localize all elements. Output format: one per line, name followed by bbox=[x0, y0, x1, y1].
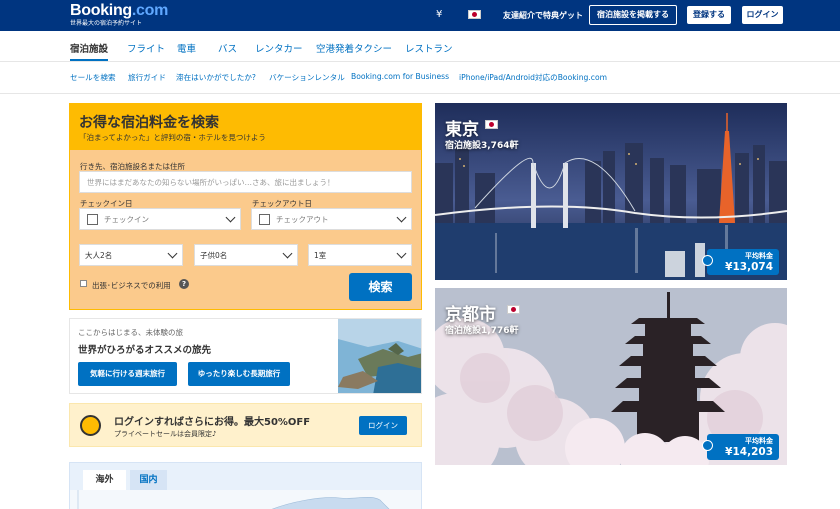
subnav-vacation-rental[interactable]: バケーションレンタル bbox=[269, 72, 345, 83]
sub-nav: セールを検索 旅行ガイド 滞在はいかがでしたか? バケーションレンタル Book… bbox=[0, 62, 840, 94]
city-name: 京都市 bbox=[445, 305, 496, 325]
checkout-field[interactable]: チェックアウト bbox=[251, 208, 412, 230]
calendar-icon bbox=[87, 213, 98, 225]
recommendation-promo: ここからはじまる、未体験の旅 世界がひろがるオススメの旅先 気軽に行ける週末旅行… bbox=[69, 318, 422, 394]
main-nav: 宿泊施設 フライト 電車 バス レンタカー 空港発着タクシー レストラン bbox=[0, 31, 840, 62]
property-count: 宿泊施設1,776軒 bbox=[445, 326, 519, 336]
banner-login-button[interactable]: ログイン bbox=[359, 416, 407, 435]
rooms-select[interactable]: 1室 bbox=[308, 244, 412, 266]
chevron-down-icon bbox=[396, 248, 407, 259]
search-button[interactable]: 検索 bbox=[349, 273, 412, 301]
list-property-button[interactable]: 宿泊施設を掲載する bbox=[589, 5, 677, 25]
property-count: 宿泊施設3,764軒 bbox=[445, 141, 519, 151]
destination-input[interactable]: 世界にはまだあなたの知らない場所がいっぱい…さあ、旅に出ましょう！ bbox=[79, 171, 412, 193]
referral-link[interactable]: 友達紹介で特典ゲット bbox=[503, 10, 583, 21]
subnav-apps[interactable]: iPhone/iPad/Android対応のBooking.com bbox=[459, 72, 607, 83]
business-label: 出張･ビジネスでの利用 bbox=[92, 281, 171, 290]
coast-image bbox=[338, 319, 421, 393]
city-card-tokyo[interactable]: 東京 宿泊施設3,764軒 平均料金 ¥13,074 bbox=[435, 103, 787, 280]
nav-flights[interactable]: フライト bbox=[127, 41, 165, 55]
city-card-kyoto[interactable]: 京都市 宿泊施設1,776軒 平均料金 ¥14,203 bbox=[435, 288, 787, 465]
chevron-down-icon bbox=[167, 248, 178, 259]
nav-restaurants[interactable]: レストラン bbox=[405, 41, 453, 55]
subnav-business[interactable]: Booking.com for Business bbox=[351, 72, 449, 81]
calendar-icon bbox=[259, 213, 270, 225]
genius-badge-icon bbox=[80, 415, 101, 436]
subnav-review[interactable]: 滞在はいかがでしたか? bbox=[176, 72, 256, 83]
business-checkbox[interactable] bbox=[80, 280, 87, 287]
login-button[interactable]: ログイン bbox=[742, 6, 783, 24]
subnav-deals[interactable]: セールを検索 bbox=[70, 72, 116, 83]
japan-flag-icon bbox=[507, 305, 520, 314]
adults-select[interactable]: 大人2名 bbox=[79, 244, 183, 266]
subnav-guide[interactable]: 旅行ガイド bbox=[128, 72, 166, 83]
currency-selector[interactable]: ¥ bbox=[436, 9, 442, 20]
average-price-badge: 平均料金 ¥13,074 bbox=[702, 249, 779, 275]
promo-line2: 世界がひろがるオススメの旅先 bbox=[78, 345, 212, 356]
active-nav-underline bbox=[70, 59, 108, 61]
promo-line1: ここからはじまる、未体験の旅 bbox=[78, 328, 183, 337]
top-header: Booking.com 世界最大の宿泊予約サイト ¥ 友達紹介で特典ゲット 宿泊… bbox=[0, 0, 840, 31]
login-banner-text: ログインすればさらにお得。最大50%OFF bbox=[114, 417, 311, 428]
nav-car-rental[interactable]: レンタカー bbox=[255, 41, 303, 55]
nav-airport-taxi[interactable]: 空港発着タクシー bbox=[316, 41, 392, 55]
search-subtitle: 「泊まってよかった」と評判の宿・ホテルを見つけよう bbox=[79, 133, 266, 142]
map-image[interactable] bbox=[70, 490, 422, 509]
price-tag-icon bbox=[702, 255, 713, 266]
japan-flag-icon bbox=[485, 120, 498, 129]
help-icon[interactable]: ? bbox=[179, 279, 189, 289]
chevron-down-icon bbox=[396, 212, 407, 223]
chevron-down-icon bbox=[282, 248, 293, 259]
nav-trains[interactable]: 電車 bbox=[177, 41, 196, 55]
weekend-trip-button[interactable]: 気軽に行ける週末旅行 bbox=[78, 362, 177, 386]
login-banner: ログインすればさらにお得。最大50%OFF プライベートセールは会員限定♪ ログ… bbox=[69, 403, 422, 447]
children-select[interactable]: 子供0名 bbox=[194, 244, 298, 266]
tagline: 世界最大の宿泊予約サイト bbox=[70, 20, 143, 27]
chevron-down-icon bbox=[225, 212, 236, 223]
nav-stays[interactable]: 宿泊施設 bbox=[70, 41, 108, 55]
nav-bus[interactable]: バス bbox=[218, 41, 237, 55]
search-title: お得な宿泊料金を検索 bbox=[79, 115, 219, 131]
login-banner-sub: プライベートセールは会員限定♪ bbox=[114, 430, 217, 438]
tab-domestic[interactable]: 国内 bbox=[130, 470, 167, 490]
checkin-field[interactable]: チェックイン bbox=[79, 208, 241, 230]
register-button[interactable]: 登録する bbox=[687, 6, 731, 24]
city-name: 東京 bbox=[445, 120, 479, 140]
language-flag-icon[interactable] bbox=[468, 10, 481, 19]
tab-overseas[interactable]: 海外 bbox=[83, 470, 126, 490]
price-tag-icon bbox=[702, 440, 713, 451]
long-trip-button[interactable]: ゆったり楽しむ長期旅行 bbox=[188, 362, 290, 386]
search-box: お得な宿泊料金を検索 「泊まってよかった」と評判の宿・ホテルを見つけよう 行き先… bbox=[69, 103, 422, 310]
average-price-badge: 平均料金 ¥14,203 bbox=[702, 434, 779, 460]
map-section: 海外 国内 bbox=[69, 462, 422, 509]
